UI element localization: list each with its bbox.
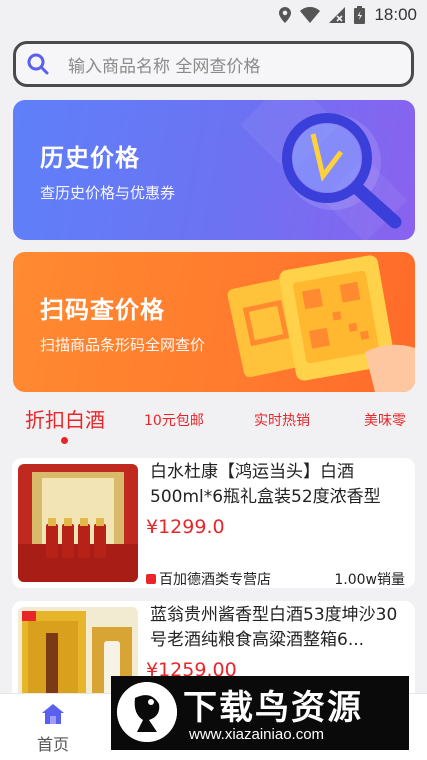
- product-price: ¥1299.0: [146, 516, 225, 538]
- nav-home[interactable]: 首页: [30, 704, 76, 755]
- home-icon: [42, 704, 64, 724]
- tab-discount-liquor[interactable]: 折扣白酒: [25, 404, 105, 433]
- qr-code-illustration-icon: [227, 255, 415, 392]
- status-bar: 18:00: [0, 0, 427, 30]
- watermark-title: 下载鸟资源: [183, 688, 363, 728]
- banner-title: 历史价格: [40, 144, 140, 172]
- search-input[interactable]: 输入商品名称 全网查价格: [13, 41, 414, 87]
- signal-icon: [329, 7, 346, 23]
- banner-subtitle: 查历史价格与优惠券: [40, 184, 176, 202]
- watermark: 下载鸟资源 www.xiazainiao.com: [111, 676, 409, 750]
- battery-icon: [354, 6, 366, 24]
- history-price-banner[interactable]: 历史价格 查历史价格与优惠券: [13, 100, 415, 240]
- tab-snacks[interactable]: 美味零: [364, 410, 406, 430]
- banner-title: 扫码查价格: [40, 296, 165, 324]
- search-placeholder: 输入商品名称 全网查价格: [68, 56, 261, 77]
- tab-10-yuan-shipping[interactable]: 10元包邮: [144, 410, 204, 430]
- product-image: [18, 464, 138, 582]
- shop-name: 百加德酒类专营店: [146, 569, 271, 588]
- shop-icon: [146, 574, 156, 584]
- tab-hot-sales[interactable]: 实时热销: [254, 410, 310, 430]
- category-tabs: 折扣白酒 10元包邮 实时热销 美味零: [0, 400, 427, 450]
- active-tab-indicator: [61, 437, 68, 444]
- shop-name-text: 百加德酒类专营店: [159, 572, 271, 588]
- watermark-url: www.xiazainiao.com: [189, 726, 325, 743]
- sales-count: 1.00w销量: [334, 572, 405, 588]
- wifi-icon: [300, 7, 321, 23]
- product-title: 白水杜康【鸿运当头】白酒500ml*6瓶礼盒装52度浓香型: [150, 462, 381, 507]
- search-icon: [27, 53, 49, 75]
- scan-price-banner[interactable]: 扫码查价格 扫描商品条形码全网查价: [13, 252, 415, 392]
- product-card[interactable]: 白水杜康【鸿运当头】白酒500ml*6瓶礼盒装52度浓香型 ¥1299.0 百加…: [12, 458, 415, 588]
- banner-subtitle: 扫描商品条形码全网查价: [40, 336, 206, 354]
- magnifier-illustration-icon: [240, 100, 408, 240]
- status-icons: 18:00: [279, 4, 417, 26]
- nav-home-label: 首页: [36, 735, 69, 754]
- status-time: 18:00: [374, 5, 417, 24]
- product-title: 蓝翁贵州酱香型白酒53度坤沙30号老酒纯粮食高粱酒整箱6...: [150, 605, 398, 650]
- location-icon: [279, 7, 292, 23]
- bird-logo-icon: [117, 682, 177, 742]
